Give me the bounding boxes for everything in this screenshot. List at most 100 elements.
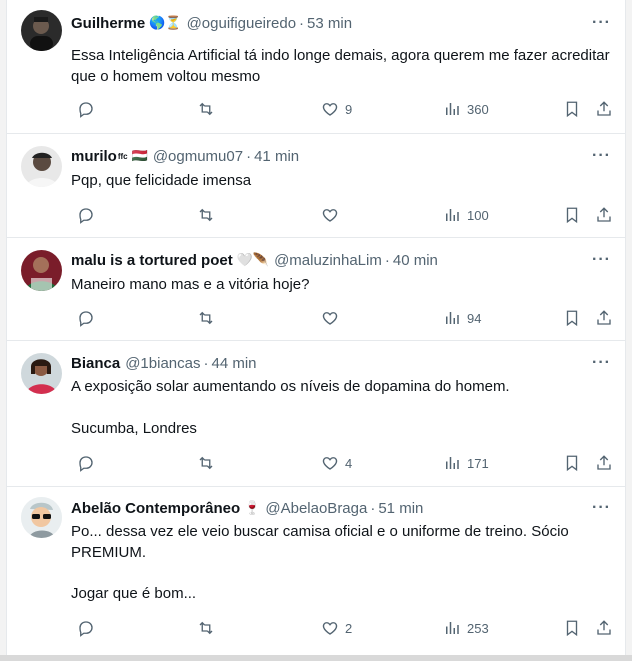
bookmark-icon [566,207,578,224]
views-icon [446,312,459,324]
views-button[interactable]: 253 [443,618,489,638]
reply-icon [79,102,93,118]
action-bar: 2 253 [71,618,611,638]
views-button[interactable]: 171 [443,453,489,473]
avatar[interactable] [21,353,62,394]
reply-button[interactable] [77,453,95,473]
action-bar: 94 [71,308,611,328]
reply-button[interactable] [77,308,95,328]
more-icon[interactable]: ··· [592,14,611,32]
handle[interactable]: @oguifigueiredo [187,15,296,32]
display-name[interactable]: Guilherme [71,15,145,32]
share-button[interactable] [595,453,613,473]
tweet[interactable]: Bianca @1biancas · 44 min ··· A exposiçã… [7,341,625,487]
like-button[interactable]: 4 [321,453,352,473]
share-button[interactable] [595,308,613,328]
tweet-text: Maneiro mano mas e a vitória hoje? [71,276,310,293]
tweet-header: murilo ffc 🇭🇺 @ogmumu07 · 41 min [71,145,615,167]
heart-icon [322,457,338,470]
like-button[interactable] [321,205,345,225]
heart-icon [322,209,338,222]
retweet-icon [199,621,213,635]
share-button[interactable] [595,618,613,638]
retweet-icon [199,102,213,116]
action-bar: 9 360 [71,99,611,119]
share-icon [597,620,611,635]
reply-icon [79,621,93,637]
retweet-button[interactable] [197,453,215,473]
tweet[interactable]: Guilherme 🌎⏳ @oguifigueiredo · 53 min ··… [7,0,625,134]
like-button[interactable] [321,308,345,328]
name-suffix: ffc [117,151,128,161]
bookmark-button[interactable] [563,99,581,119]
retweet-button[interactable] [197,99,215,119]
tweet-header: malu is a tortured poet 🤍🪶 @maluzinhaLim… [71,249,615,271]
display-name[interactable]: Abelão Contemporâneo [71,500,240,517]
reply-button[interactable] [77,99,95,119]
retweet-icon [199,208,213,222]
views-button[interactable]: 100 [443,205,489,225]
timestamp[interactable]: 51 min [378,500,423,517]
wine-emoji: 🍷 [244,500,261,515]
bottom-edge [0,655,632,661]
avatar[interactable] [21,497,62,538]
reply-feed: Guilherme 🌎⏳ @oguifigueiredo · 53 min ··… [6,0,626,661]
timestamp[interactable]: 53 min [307,15,352,32]
view-count: 100 [467,207,489,223]
more-icon[interactable]: ··· [592,354,611,372]
views-icon [446,622,459,634]
handle[interactable]: @1biancas [125,355,200,372]
retweet-button[interactable] [197,308,215,328]
avatar[interactable] [21,250,62,291]
display-name[interactable]: murilo [71,148,117,165]
tweet-text: A exposição solar aumentando os níveis d… [71,378,510,395]
retweet-button[interactable] [197,618,215,638]
separator: · [370,499,376,517]
retweet-icon [199,456,213,470]
avatar[interactable] [21,146,62,187]
heart-icon [322,312,338,325]
tweet[interactable]: Abelão Contemporâneo 🍷 @AbelaoBraga · 51… [7,487,625,655]
timestamp[interactable]: 40 min [393,252,438,269]
avatar[interactable] [21,10,62,51]
timestamp[interactable]: 41 min [254,148,299,165]
share-button[interactable] [595,99,613,119]
action-bar: 100 [71,205,611,225]
reply-icon [79,456,93,472]
views-icon [446,457,459,469]
tweet[interactable]: malu is a tortured poet 🤍🪶 @maluzinhaLim… [7,238,625,341]
bookmark-button[interactable] [563,453,581,473]
views-button[interactable]: 360 [443,99,489,119]
handle[interactable]: @maluzinhaLim [274,252,382,269]
handle[interactable]: @AbelaoBraga [265,500,367,517]
retweet-button[interactable] [197,205,215,225]
tweet-text: Po... dessa vez ele veio buscar camisa o… [71,523,569,561]
share-icon [597,207,611,222]
action-bar: 4 171 [71,453,611,473]
tweet-text-line2: Jogar que é bom... [71,585,197,602]
handle[interactable]: @ogmumu07 [153,148,243,165]
view-count: 171 [467,455,489,471]
reply-button[interactable] [77,205,95,225]
bookmark-button[interactable] [563,308,581,328]
like-button[interactable]: 9 [321,99,352,119]
more-icon[interactable]: ··· [592,499,611,517]
display-name[interactable]: Bianca [71,355,120,372]
timestamp[interactable]: 44 min [211,355,256,372]
share-button[interactable] [595,205,613,225]
more-icon[interactable]: ··· [592,251,611,269]
display-name[interactable]: malu is a tortured poet [71,252,233,269]
tweet-text: Pqp, que felicidade imensa [71,172,252,189]
like-count: 2 [345,620,353,636]
like-count: 4 [345,455,353,471]
like-button[interactable]: 2 [321,618,352,638]
bookmark-button[interactable] [563,205,581,225]
separator: · [384,251,390,269]
bookmark-button[interactable] [563,618,581,638]
separator: · [246,147,252,165]
more-icon[interactable]: ··· [592,147,611,165]
views-button[interactable]: 94 [443,308,481,328]
retweet-icon [199,311,213,325]
tweet[interactable]: murilo ffc 🇭🇺 @ogmumu07 · 41 min ··· Pqp,… [7,134,625,238]
reply-button[interactable] [77,618,95,638]
